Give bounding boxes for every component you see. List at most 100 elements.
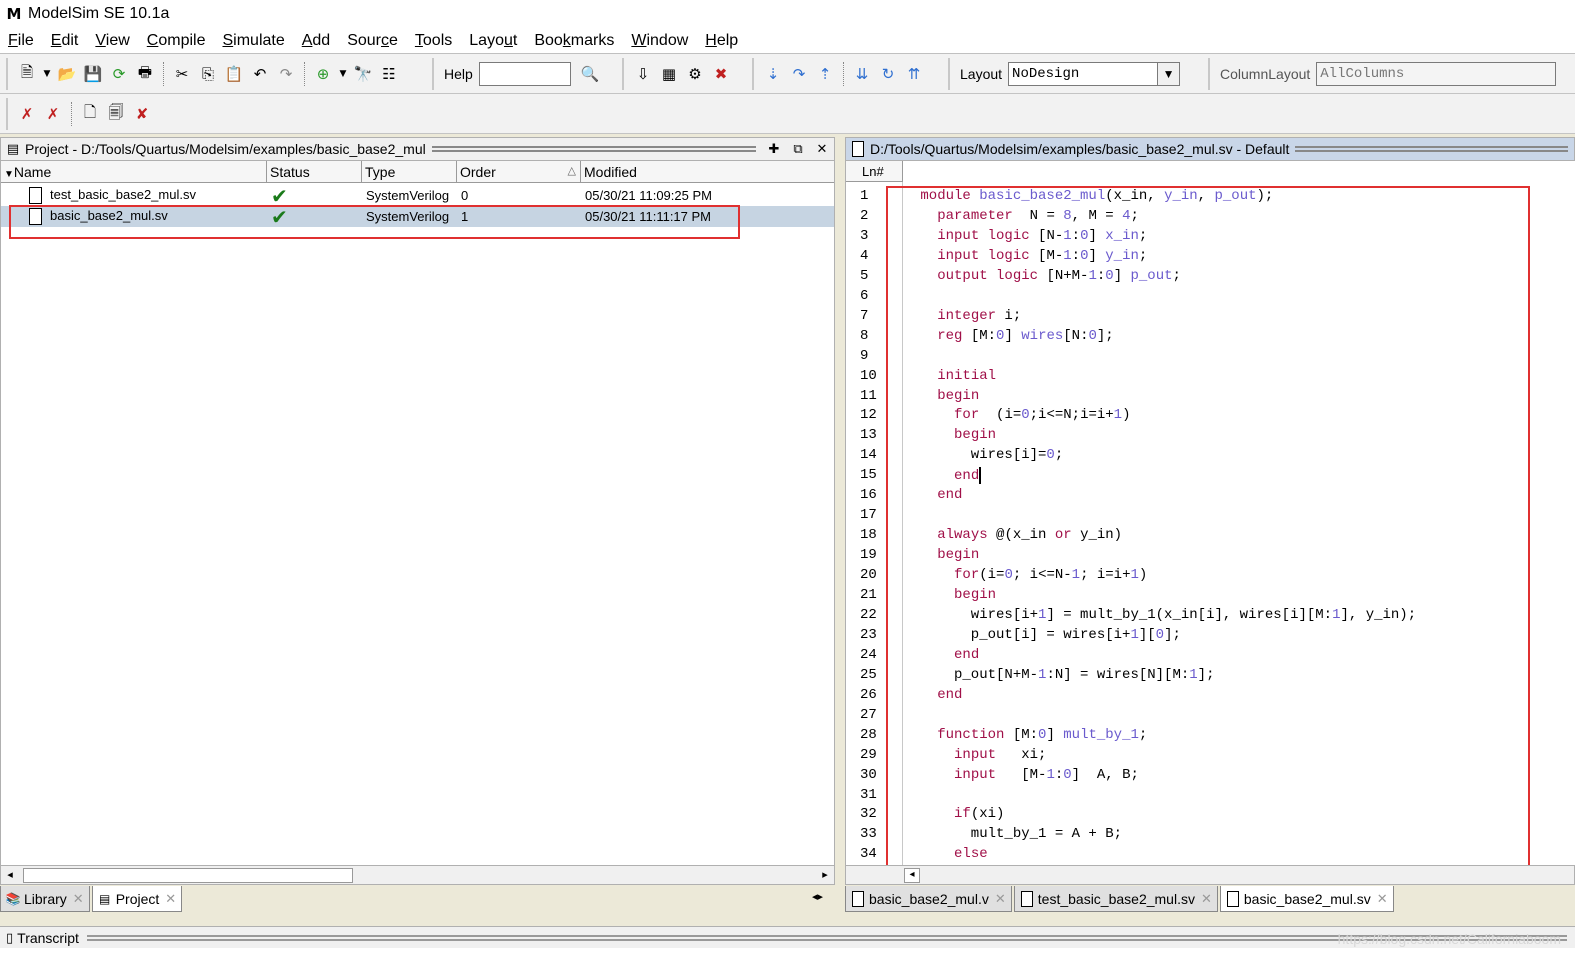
code-line[interactable]: wires[i]=0; [912,447,1063,463]
code-line[interactable]: end [912,487,962,503]
code-line[interactable]: parameter N = 8, M = 4; [912,208,1139,224]
scroll-left-icon[interactable]: ◂ [3,868,17,881]
code-line[interactable]: begin [912,388,979,404]
reload-icon[interactable]: ⟳ [108,63,130,85]
scrollbar-thumb[interactable] [23,868,353,883]
column-header-status[interactable]: Status [267,161,362,183]
step-out-icon[interactable]: ⇡ [814,63,836,85]
code-line[interactable]: reg [M:0] wires[N:0]; [912,328,1114,344]
tab-scroll-arrows-icon[interactable]: ◂▸ [812,890,823,903]
close-icon[interactable]: ✕ [995,891,1006,907]
step-into-icon[interactable]: ⇣ [762,63,784,85]
help-search-input[interactable] [478,62,571,86]
layout-select[interactable] [1008,62,1159,86]
find-tree-icon[interactable]: ☷ [378,63,400,85]
compile-all-icon[interactable]: ▦ [658,63,680,85]
pane-grip[interactable] [431,146,756,152]
code-line[interactable]: module basic_base2_mul(x_in, y_in, p_out… [912,188,1273,204]
close-icon[interactable]: ✕ [1201,891,1212,907]
code-line[interactable]: input logic [N-1:0] x_in; [912,228,1147,244]
layout-dropdown-icon[interactable]: ▼ [1158,62,1181,86]
menu-help[interactable]: Help [705,32,738,50]
code-line[interactable]: function [M:0] mult_by_1; [912,727,1147,743]
step-over-icon[interactable]: ↷ [788,63,810,85]
code-line[interactable]: wires[i+1] = mult_by_1(x_in[i], wires[i]… [912,607,1416,623]
menu-add[interactable]: Add [302,32,330,50]
new-dropdown-icon[interactable]: ▼ [42,63,52,85]
step-out-current-icon[interactable]: ⇈ [903,63,925,85]
code-line[interactable]: initial [912,368,996,384]
tab-basic-base2-mul-sv[interactable]: basic_base2_mul.sv ✕ [1219,886,1394,912]
code-line[interactable]: end [912,647,979,663]
break-compile-icon[interactable]: ✘ [131,103,153,125]
pane-expand-icon[interactable]: ✚ [765,141,783,157]
simulate-icon[interactable]: ⚙ [684,63,706,85]
code-line[interactable]: for (i=0;i<=N;i=i+1) [912,407,1130,423]
close-icon[interactable]: ✕ [73,891,84,907]
menu-file[interactable]: File [8,32,34,50]
code-line[interactable]: for(i=0; i<=N-1; i=i+1) [912,567,1147,583]
save-icon[interactable]: 💾 [82,63,104,85]
compile-all-x-icon[interactable]: ✗ [42,103,64,125]
code-line[interactable]: input [M-1:0] A, B; [912,767,1139,783]
undo-icon[interactable]: ↶ [249,63,271,85]
menu-tools[interactable]: Tools [415,32,452,50]
add-dropdown-icon[interactable]: ▼ [338,63,348,85]
compile-report-icon[interactable]: 🗐 [105,103,127,125]
compile-order-icon[interactable]: 🗋 [79,103,101,125]
pane-grip[interactable] [1295,146,1568,152]
break-icon[interactable]: ✖ [710,63,732,85]
column-layout-select[interactable] [1316,62,1557,86]
sort-toggle-icon[interactable]: ▼ [4,169,14,180]
code-line[interactable]: end [912,687,962,703]
help-search-icon[interactable]: 🔍 [579,63,601,85]
project-file-row-selected[interactable]: basic_base2_mul.sv ✔ SystemVerilog 1 05/… [1,206,834,227]
code-line[interactable]: output logic [N+M-1:0] p_out; [912,268,1181,284]
cut-icon[interactable]: ✂ [171,63,193,85]
code-line[interactable]: begin [912,427,996,443]
project-file-row[interactable]: test_basic_base2_mul.sv ✔ SystemVerilog … [1,185,834,206]
column-header-order[interactable]: Order △ [457,161,581,183]
code-line[interactable]: begin [912,547,979,563]
redo-icon[interactable]: ↷ [275,63,297,85]
menu-bookmarks[interactable]: Bookmarks [534,32,614,50]
code-line[interactable]: p_out[i] = wires[i+1][0]; [912,627,1181,643]
step-over-current-icon[interactable]: ↻ [877,63,899,85]
code-line[interactable]: input logic [M-1:0] y_in; [912,248,1147,264]
code-line[interactable]: end [912,467,982,485]
pane-undock-icon[interactable]: ⧉ [789,141,807,157]
project-horizontal-scrollbar[interactable]: ◂ ▸ [0,865,835,885]
menu-source[interactable]: Source [347,32,398,50]
code-line[interactable]: input xi; [912,747,1046,763]
menu-compile[interactable]: Compile [147,32,206,50]
new-file-icon[interactable]: 🗎 [16,63,38,85]
menu-layout[interactable]: Layout [469,32,517,50]
menu-window[interactable]: Window [631,32,688,50]
code-line[interactable]: p_out[N+M-1:N] = wires[N][M:1]; [912,667,1214,683]
column-header-type[interactable]: Type [362,161,457,183]
code-line[interactable]: integer i; [912,308,1021,324]
source-editor[interactable]: Ln# 1 2 3 4 5 6 7 8 9 10 11 12 13 14 15 16 17 18 19 20 21 22 2… [845,161,1575,865]
open-folder-icon[interactable]: 📂 [56,63,78,85]
pane-splitter[interactable] [835,137,845,912]
find-binoculars-icon[interactable]: 🔭 [352,63,374,85]
menu-view[interactable]: View [95,32,129,50]
tab-basic-base2-mul-v[interactable]: basic_base2_mul.v ✕ [845,886,1012,912]
code-line[interactable]: mult_by_1 = A + B; [912,826,1122,842]
paste-icon[interactable]: 📋 [223,63,245,85]
code-line[interactable]: always @(x_in or y_in) [912,527,1122,543]
code-line[interactable]: if(xi) [912,806,1004,822]
code-line[interactable]: else [912,846,988,862]
menu-simulate[interactable]: Simulate [222,32,284,50]
menu-edit[interactable]: Edit [51,32,79,50]
tab-library[interactable]: 📚 Library ✕ [0,886,90,912]
copy-icon[interactable]: ⎘ [197,63,219,85]
step-into-current-icon[interactable]: ⇊ [851,63,873,85]
tab-project[interactable]: ▤ Project ✕ [91,886,183,912]
scroll-right-icon[interactable]: ▸ [818,868,832,881]
source-horizontal-scrollbar[interactable]: ◂ [845,865,1575,885]
scroll-left-icon[interactable]: ◂ [904,868,920,883]
add-icon[interactable]: ⊕ [312,63,334,85]
transcript-console[interactable] [0,948,1575,961]
column-header-modified[interactable]: Modified [581,161,834,183]
